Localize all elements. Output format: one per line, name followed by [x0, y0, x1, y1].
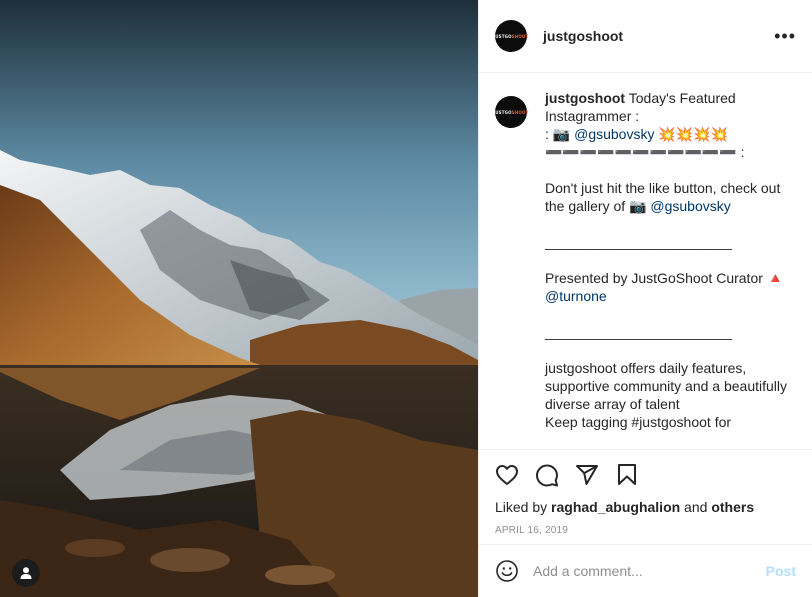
caption-username[interactable]: justgoshoot — [545, 90, 625, 106]
mention-link[interactable]: @gsubovsky — [650, 198, 730, 214]
avatar[interactable]: JUSTGOSHOOT — [493, 20, 529, 52]
instagram-post: JUSTGOSHOOT justgoshoot ••• JUSTGOSHOOT … — [0, 0, 812, 597]
caption-text: : 📷 — [545, 126, 575, 142]
action-icons-row — [495, 450, 796, 500]
caption-text: Presented by JustGoShoot Curator 🔺 — [545, 270, 789, 286]
caption-text: 💥💥💥💥 — [654, 126, 729, 142]
post-author-username[interactable]: justgoshoot — [543, 28, 623, 44]
heart-icon[interactable] — [495, 463, 519, 487]
caption-divider: ________________________ — [545, 234, 732, 250]
liked-by-user-link[interactable]: raghad_abughalion — [551, 499, 680, 515]
likes-prefix: Liked by — [495, 499, 552, 515]
likes-others-link[interactable]: others — [711, 499, 754, 515]
caption-line: ➖➖➖➖➖➖➖➖➖➖➖ : — [545, 144, 745, 160]
caption-text: justgoshoot offers daily features, suppo… — [545, 360, 791, 412]
post-caption: justgoshoot Today's Featured Instagramme… — [545, 89, 796, 449]
post-date[interactable]: APRIL 16, 2019 — [495, 525, 796, 536]
post-actions: Liked by raghad_abughalion and others AP… — [479, 449, 812, 544]
comment-form: Post — [479, 544, 812, 597]
mountain-lake-image — [0, 0, 478, 597]
caption-avatar[interactable]: JUSTGOSHOOT — [493, 96, 529, 128]
user-tag-icon[interactable] — [12, 559, 40, 587]
bookmark-icon[interactable] — [615, 463, 639, 487]
likes-middle: and — [680, 499, 712, 515]
post-side-panel: JUSTGOSHOOT justgoshoot ••• JUSTGOSHOOT … — [478, 0, 812, 597]
paper-plane-icon[interactable] — [575, 463, 599, 487]
caption-text: Keep tagging #justgoshoot for — [545, 414, 732, 430]
mention-link[interactable]: @turnone — [545, 288, 607, 304]
post-header: JUSTGOSHOOT justgoshoot ••• — [479, 0, 812, 73]
emoji-smile-icon[interactable] — [495, 559, 519, 583]
post-comment-button[interactable]: Post — [766, 563, 796, 579]
justgoshoot-logo: JUSTGOSHOOT — [493, 109, 529, 115]
comment-bubble-icon[interactable] — [535, 463, 559, 487]
more-horizontal-icon[interactable]: ••• — [774, 27, 796, 45]
post-photo[interactable] — [0, 0, 478, 597]
justgoshoot-logo: JUSTGOSHOOT — [493, 33, 529, 39]
caption-area[interactable]: JUSTGOSHOOT justgoshoot Today's Featured… — [479, 73, 812, 449]
caption-divider: ________________________ — [545, 324, 732, 340]
likes-summary: Liked by raghad_abughalion and others — [495, 499, 796, 515]
comment-input[interactable] — [533, 563, 766, 579]
mention-link[interactable]: @gsubovsky — [574, 126, 654, 142]
